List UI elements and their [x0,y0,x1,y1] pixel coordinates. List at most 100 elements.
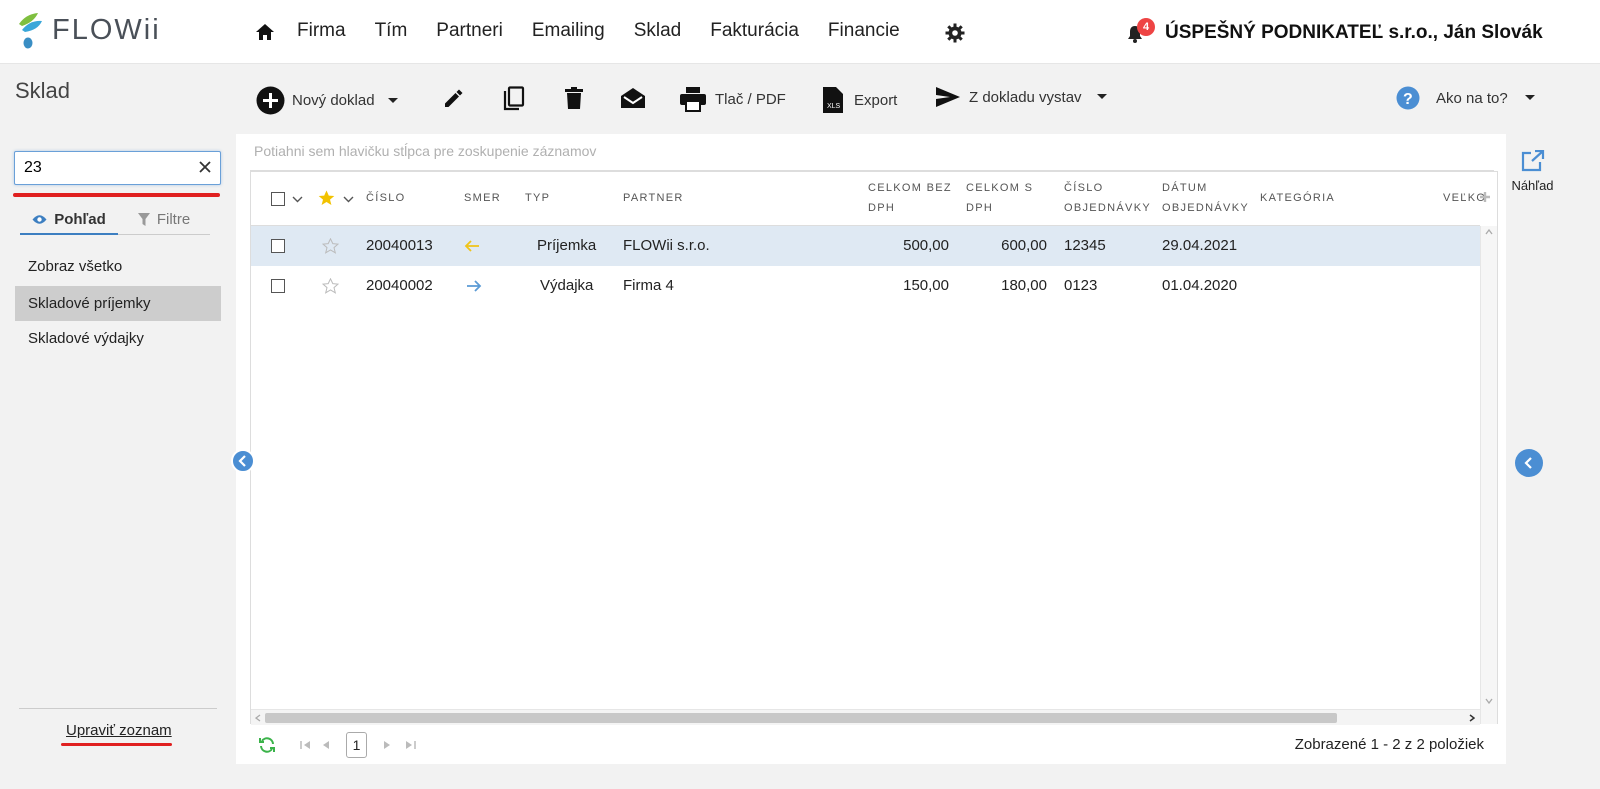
nav-firma[interactable]: Firma [297,20,346,42]
preview-button[interactable]: Náhľad [1510,149,1555,193]
nav-emailing[interactable]: Emailing [532,20,605,42]
scroll-up-icon[interactable] [1485,229,1493,235]
collapse-right-panel-button[interactable] [1515,449,1543,477]
star-outline-icon[interactable] [322,278,339,294]
select-all-checkbox[interactable] [271,192,285,206]
table-row[interactable]: 20040013 Príjemka FLOWii s.r.o. 500,00 6… [251,226,1480,266]
open-external-icon [1521,149,1544,172]
last-page-icon[interactable] [404,740,416,750]
records-grid: ČÍSLO SMER TYP PARTNER CELKOM BEZ DPH CE… [250,171,1498,725]
new-document-button[interactable]: Nový doklad [256,86,399,115]
trash-icon [565,87,583,109]
logo[interactable]: FLOWii [16,10,161,50]
edit-button[interactable] [442,86,466,110]
current-page[interactable]: 1 [346,732,367,758]
company-user-name[interactable]: ÚSPEŠNÝ PODNIKATEĽ s.r.o., Ján Slovák [1165,22,1543,44]
help-button[interactable]: ? Ako na to? [1396,86,1536,110]
create-from-document-button[interactable]: Z dokladu vystav [935,86,1108,108]
view-show-all[interactable]: Zobraz všetko [15,249,221,284]
previous-page-icon[interactable] [322,740,330,750]
email-button[interactable] [620,86,646,110]
horizontal-scroll-thumb[interactable] [265,713,1337,723]
page-title: Sklad [15,78,71,103]
column-header-partner[interactable]: PARTNER [623,188,684,208]
arrow-left-incoming-icon [464,240,479,252]
tab-filters[interactable]: Filtre [118,205,210,235]
notification-badge: 4 [1137,18,1155,36]
cell-partner: Firma 4 [623,277,674,294]
nav-sklad[interactable]: Sklad [634,20,682,42]
refresh-icon[interactable] [258,736,276,754]
next-page-icon[interactable] [383,740,391,750]
chevron-down-icon[interactable] [292,196,303,203]
gear-icon[interactable] [945,23,965,43]
cell-order-number: 0123 [1064,277,1098,294]
eye-icon [32,214,47,224]
search-input[interactable] [14,151,221,185]
pager-summary: Zobrazené 1 - 2 z 2 položiek [1294,736,1484,753]
xls-file-icon: XLS [823,87,843,113]
arrow-right-outgoing-icon [467,280,482,292]
add-column-icon[interactable] [1479,191,1491,203]
copy-icon [503,86,525,111]
caret-down-icon[interactable] [387,97,399,105]
view-stock-issues[interactable]: Skladové výdajky [15,321,221,356]
copy-button[interactable] [502,86,526,112]
first-page-icon[interactable] [300,740,312,750]
collapse-sidebar-button[interactable] [231,449,255,473]
row-checkbox[interactable] [271,279,285,293]
nav-tim[interactable]: Tím [375,20,408,42]
main-nav: Firma Tím Partneri Emailing Sklad Faktur… [297,20,929,42]
column-header-total-with-vat[interactable]: CELKOM S DPH [966,178,1033,218]
divider [19,708,217,709]
column-header-direction[interactable]: SMER [464,188,501,208]
edit-list-link[interactable]: Upraviť zoznam [66,722,172,739]
column-header-order-date[interactable]: DÁTUM OBJEDNÁVKY [1162,178,1249,218]
pencil-icon [445,89,463,107]
preview-label: Náhľad [1511,178,1554,193]
help-label: Ako na to? [1436,89,1508,107]
scroll-left-icon[interactable] [255,714,261,722]
star-filled-icon[interactable] [318,190,335,206]
chevron-left-icon [1524,457,1532,469]
column-header-category[interactable]: KATEGÓRIA [1260,188,1335,208]
scroll-right-icon[interactable] [1469,714,1475,722]
vertical-scrollbar[interactable] [1480,226,1497,724]
chevron-down-icon[interactable] [343,196,354,203]
group-by-drop-zone[interactable]: Potiahni sem hlavičku stĺpca pre zoskupe… [254,143,596,159]
caret-down-icon[interactable] [1096,93,1108,101]
row-checkbox[interactable] [271,239,285,253]
home-icon[interactable] [255,22,275,42]
logo-text: FLOWii [52,13,161,46]
print-pdf-label: Tlač / PDF [715,90,786,108]
horizontal-scrollbar[interactable] [251,709,1480,725]
column-header-total-without-vat[interactable]: CELKOM BEZ DPH [868,178,952,218]
view-stock-receipts[interactable]: Skladové príjemky [15,286,221,321]
nav-partneri[interactable]: Partneri [436,20,503,42]
tab-view[interactable]: Pohľad [20,205,118,235]
cell-type: Príjemka [537,237,597,254]
caret-down-icon[interactable] [1524,94,1536,102]
delete-button[interactable] [563,86,585,110]
column-header-number[interactable]: ČÍSLO [366,188,406,208]
tab-filters-label: Filtre [156,211,191,228]
envelope-open-icon [621,88,645,108]
new-document-label: Nový doklad [292,92,375,109]
cell-total-without-vat: 500,00 [903,237,949,254]
column-header-order-number[interactable]: ČÍSLO OBJEDNÁVKY [1064,178,1151,218]
printer-icon [680,87,706,112]
print-pdf-button[interactable]: Tlač / PDF [679,86,786,112]
export-label: Export [854,91,898,109]
nav-financie[interactable]: Financie [828,20,900,42]
nav-fakturacia[interactable]: Fakturácia [710,20,799,42]
star-outline-icon[interactable] [322,238,339,254]
cell-type: Výdajka [540,277,594,294]
clear-search-icon[interactable] [198,160,212,174]
table-row[interactable]: 20040002 Výdajka Firma 4 150,00 180,00 0… [251,266,1480,306]
export-button[interactable]: XLS Export [822,86,897,114]
scroll-down-icon[interactable] [1485,698,1493,704]
cell-partner: FLOWii s.r.o. [623,237,710,254]
svg-text:?: ? [1403,91,1413,108]
column-header-type[interactable]: TYP [525,188,550,208]
cell-number: 20040002 [366,277,433,294]
